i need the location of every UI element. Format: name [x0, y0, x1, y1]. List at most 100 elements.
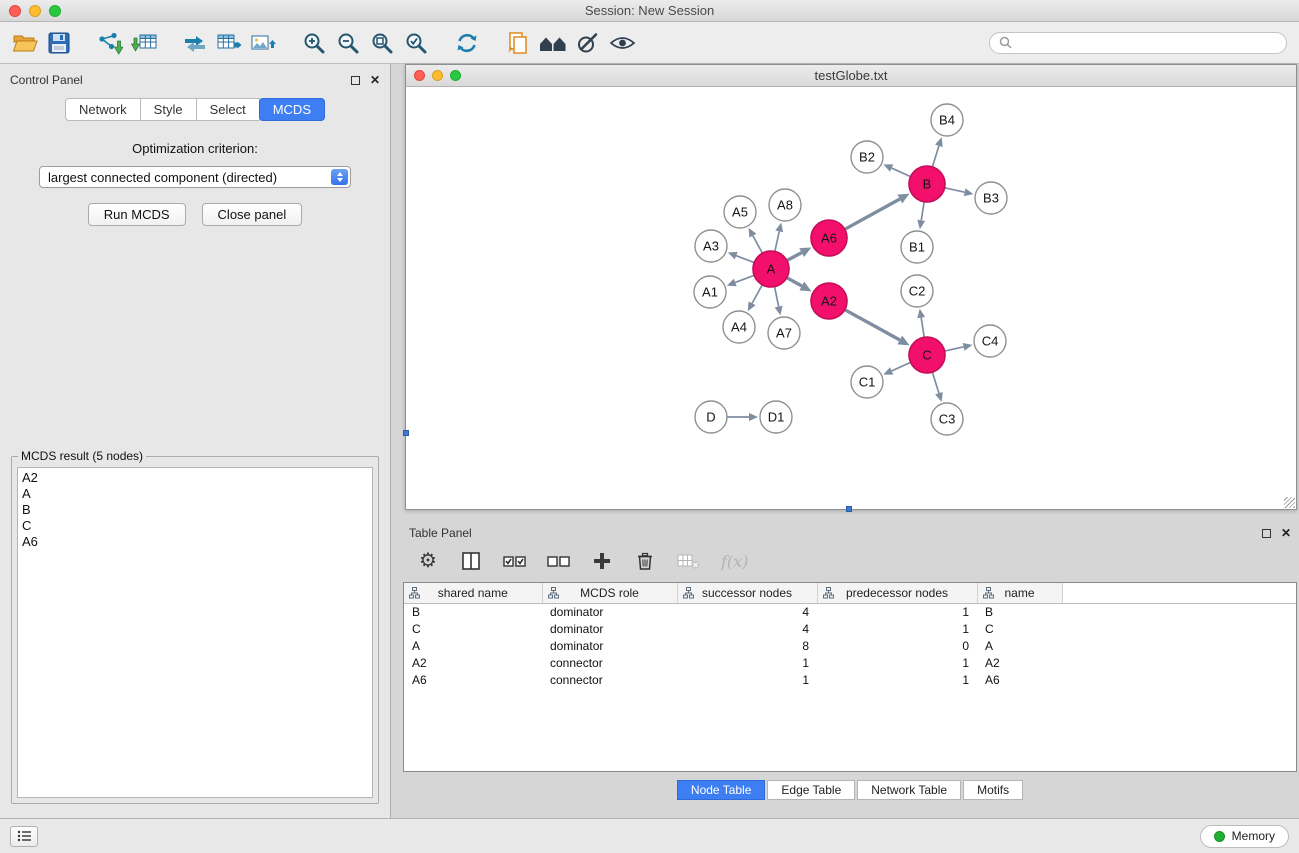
- column-header-MCDS-role[interactable]: MCDS role: [542, 583, 677, 603]
- network-canvas[interactable]: B4B2BB3A5A8A6A3B1AC2A1A2A4A7C4CC1C3DD1: [406, 87, 1296, 509]
- close-window-button[interactable]: [9, 5, 21, 17]
- resize-handle-bottom[interactable]: [846, 506, 852, 512]
- graph-node-A3[interactable]: A3: [695, 230, 727, 262]
- graph-node-A7[interactable]: A7: [768, 317, 800, 349]
- criterion-dropdown[interactable]: largest connected component (directed): [39, 166, 351, 188]
- graph-edge-A-A6[interactable]: [787, 247, 811, 260]
- graph-node-D1[interactable]: D1: [760, 401, 792, 433]
- toggle-labels-button[interactable]: [571, 26, 605, 60]
- first-neighbors-button[interactable]: [535, 26, 571, 60]
- tab-motifs[interactable]: Motifs: [963, 780, 1023, 800]
- search-box[interactable]: [989, 32, 1287, 54]
- column-header-name[interactable]: name: [977, 583, 1062, 603]
- graph-edge-C-C2[interactable]: [917, 309, 925, 337]
- graph-node-C2[interactable]: C2: [901, 275, 933, 307]
- node-table[interactable]: shared nameMCDS rolesuccessor nodesprede…: [403, 582, 1297, 772]
- zoom-window-button[interactable]: [49, 5, 61, 17]
- table-row[interactable]: Cdominator41C: [404, 620, 1296, 637]
- export-table-button[interactable]: [212, 26, 246, 60]
- graph-node-B4[interactable]: B4: [931, 104, 963, 136]
- zoom-out-button[interactable]: [331, 26, 365, 60]
- zoom-fit-button[interactable]: [365, 26, 399, 60]
- resize-grip[interactable]: [1284, 497, 1295, 508]
- graph-edge-A-A8[interactable]: [775, 223, 783, 252]
- graph-node-A5[interactable]: A5: [724, 196, 756, 228]
- graph-node-D[interactable]: D: [695, 401, 727, 433]
- network-graph[interactable]: B4B2BB3A5A8A6A3B1AC2A1A2A4A7C4CC1C3DD1: [406, 87, 1296, 509]
- graph-node-C[interactable]: C: [909, 337, 945, 373]
- save-session-button[interactable]: [42, 26, 76, 60]
- graph-edge-B-B2[interactable]: [883, 164, 910, 176]
- graph-node-A6[interactable]: A6: [811, 220, 847, 256]
- graph-edge-D-D1[interactable]: [727, 413, 758, 421]
- graph-edge-C-C4[interactable]: [945, 343, 973, 351]
- table-row[interactable]: A6connector11A6: [404, 671, 1296, 688]
- export-network-button[interactable]: [178, 26, 212, 60]
- zoom-in-button[interactable]: [297, 26, 331, 60]
- import-table-button[interactable]: [127, 26, 161, 60]
- graph-edge-C-C3[interactable]: [932, 372, 942, 402]
- table-row[interactable]: Bdominator41B: [404, 603, 1296, 620]
- table-row[interactable]: Adominator80A: [404, 637, 1296, 654]
- tab-style[interactable]: Style: [140, 98, 197, 121]
- graph-edge-A-A1[interactable]: [727, 275, 754, 286]
- graph-node-B[interactable]: B: [909, 166, 945, 202]
- graph-node-A2[interactable]: A2: [811, 283, 847, 319]
- export-image-button[interactable]: [246, 26, 280, 60]
- graph-node-A4[interactable]: A4: [723, 311, 755, 343]
- select-all-button[interactable]: [503, 547, 526, 575]
- network-zoom-button[interactable]: [450, 70, 461, 81]
- graph-edge-B-B3[interactable]: [945, 188, 974, 196]
- graph-edge-A-A5[interactable]: [749, 228, 763, 253]
- resize-handle-left[interactable]: [403, 430, 409, 436]
- graph-node-C1[interactable]: C1: [851, 366, 883, 398]
- network-minimize-button[interactable]: [432, 70, 443, 81]
- graph-edge-B-B4[interactable]: [932, 137, 942, 167]
- open-session-button[interactable]: [8, 26, 42, 60]
- tab-network-table[interactable]: Network Table: [857, 780, 961, 800]
- column-header-shared-name[interactable]: shared name: [404, 583, 542, 603]
- graph-node-A[interactable]: A: [753, 251, 789, 287]
- mcds-result-list[interactable]: A2ABCA6: [17, 467, 373, 798]
- close-panel-icon[interactable]: ✕: [370, 74, 380, 86]
- network-window-titlebar[interactable]: testGlobe.txt: [406, 65, 1296, 87]
- minimize-window-button[interactable]: [29, 5, 41, 17]
- tab-mcds[interactable]: MCDS: [259, 98, 325, 121]
- run-mcds-button[interactable]: Run MCDS: [88, 203, 186, 226]
- tab-network[interactable]: Network: [65, 98, 141, 121]
- memory-button[interactable]: Memory: [1200, 825, 1289, 848]
- graph-node-B1[interactable]: B1: [901, 231, 933, 263]
- close-panel-button[interactable]: Close panel: [202, 203, 303, 226]
- add-column-button[interactable]: [591, 547, 613, 575]
- table-settings-button[interactable]: ⚙: [417, 547, 439, 575]
- graph-edge-A-A4[interactable]: [748, 285, 763, 311]
- tab-select[interactable]: Select: [196, 98, 260, 121]
- graph-node-A1[interactable]: A1: [694, 276, 726, 308]
- table-row[interactable]: A2connector11A2: [404, 654, 1296, 671]
- mcds-result-item[interactable]: A6: [22, 534, 368, 550]
- column-selector-button[interactable]: [460, 547, 482, 575]
- graph-node-A8[interactable]: A8: [769, 189, 801, 221]
- column-header-successor-nodes[interactable]: successor nodes: [677, 583, 817, 603]
- task-history-button[interactable]: [10, 826, 38, 847]
- search-input[interactable]: [1017, 36, 1277, 50]
- delete-column-button[interactable]: [634, 547, 656, 575]
- graph-edge-C-C1[interactable]: [883, 362, 910, 374]
- mcds-result-item[interactable]: C: [22, 518, 368, 534]
- zoom-selected-button[interactable]: [399, 26, 433, 60]
- graph-node-C4[interactable]: C4: [974, 325, 1006, 357]
- graph-edge-A2-C[interactable]: [845, 310, 910, 346]
- deselect-all-button[interactable]: [547, 547, 570, 575]
- graph-edge-A-A3[interactable]: [728, 252, 754, 263]
- mcds-result-item[interactable]: A: [22, 486, 368, 502]
- graph-node-C3[interactable]: C3: [931, 403, 963, 435]
- refresh-layout-button[interactable]: [450, 26, 484, 60]
- mcds-result-item[interactable]: A2: [22, 470, 368, 486]
- column-header-predecessor-nodes[interactable]: predecessor nodes: [817, 583, 977, 603]
- network-close-button[interactable]: [414, 70, 425, 81]
- mcds-result-item[interactable]: B: [22, 502, 368, 518]
- graph-node-B2[interactable]: B2: [851, 141, 883, 173]
- tab-node-table[interactable]: Node Table: [677, 780, 766, 800]
- copy-view-button[interactable]: [501, 26, 535, 60]
- graph-edge-B-B1[interactable]: [917, 202, 925, 229]
